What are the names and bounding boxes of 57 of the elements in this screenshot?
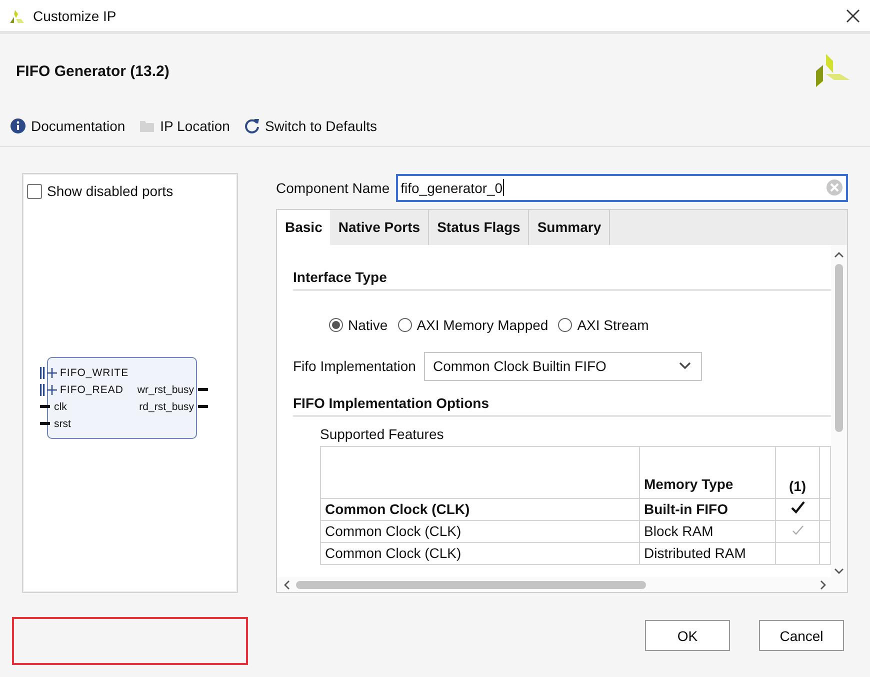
section-title: Interface Type <box>293 244 831 291</box>
tab[interactable]: Basic <box>277 210 330 245</box>
scrollbar-thumb[interactable] <box>835 264 843 432</box>
port-pin-icon <box>40 405 50 408</box>
radio-button[interactable] <box>329 318 343 332</box>
scrollbar-thumb[interactable] <box>296 580 646 588</box>
close-icon[interactable] <box>846 8 860 22</box>
table-cell: Block RAM <box>640 520 776 542</box>
checkbox[interactable] <box>27 184 42 198</box>
dialog-button[interactable]: OK <box>645 620 730 651</box>
table-header-cell: Memory Type <box>640 446 776 498</box>
bus-port-icon <box>40 366 58 378</box>
horizontal-scrollbar[interactable] <box>277 577 847 592</box>
port-label: FIFO_READ <box>60 384 124 396</box>
table-cell: Common Clock (CLK) <box>320 542 640 564</box>
field-label: Component Name <box>276 180 390 196</box>
port-pin-icon <box>198 388 208 391</box>
info-icon <box>10 118 26 134</box>
toolbar-button[interactable]: Documentation <box>10 118 126 134</box>
toolbar-button[interactable]: Switch to Defaults <box>244 118 378 134</box>
logo-icon <box>814 53 852 89</box>
ip-title: FIFO Generator (13.2) <box>16 62 170 80</box>
scroll-down-icon[interactable] <box>834 568 844 575</box>
folder-icon <box>139 119 156 133</box>
scroll-right-icon[interactable] <box>820 580 827 590</box>
port-pin-icon <box>40 422 50 425</box>
check-icon <box>792 525 804 536</box>
radio-option[interactable]: AXI Stream <box>558 316 649 333</box>
component-name-field[interactable]: fifo_generator_0 <box>396 174 848 202</box>
port-label: srst <box>54 418 71 430</box>
refresh-icon <box>244 118 260 134</box>
port-pin-icon <box>198 405 208 408</box>
fifo-implementation-dropdown[interactable]: Common Clock Builtin FIFO <box>424 352 702 381</box>
chevron-down-icon <box>678 362 691 370</box>
table-cell: Common Clock (CLK) <box>320 520 640 542</box>
section-title: FIFO Implementation Options <box>293 380 831 417</box>
subsection-label: Supported Features <box>319 424 445 444</box>
scroll-left-icon[interactable] <box>283 580 290 590</box>
dialog-button[interactable]: Cancel <box>759 620 844 651</box>
radio-button[interactable] <box>558 318 572 332</box>
radio-option[interactable]: Native <box>329 316 388 333</box>
scroll-up-icon[interactable] <box>834 250 844 258</box>
vertical-scrollbar[interactable] <box>831 244 847 577</box>
radio-button[interactable] <box>398 318 412 332</box>
bus-port-icon <box>40 384 58 396</box>
table-cell: Common Clock (CLK) <box>320 498 640 520</box>
port-label: rd_rst_busy <box>139 400 194 412</box>
port-label: FIFO_WRITE <box>60 366 129 378</box>
field-label: Fifo Implementation <box>293 358 416 374</box>
table-cell: Distributed RAM <box>640 542 776 564</box>
port-label: wr_rst_busy <box>137 384 194 396</box>
radio-option[interactable]: AXI Memory Mapped <box>398 316 548 333</box>
table-header-cell: (1) <box>776 446 820 498</box>
table-cell: Built-in FIFO <box>640 498 776 520</box>
port-label: clk <box>54 400 67 412</box>
window-title: Customize IP <box>33 8 118 24</box>
check-icon <box>790 501 804 514</box>
